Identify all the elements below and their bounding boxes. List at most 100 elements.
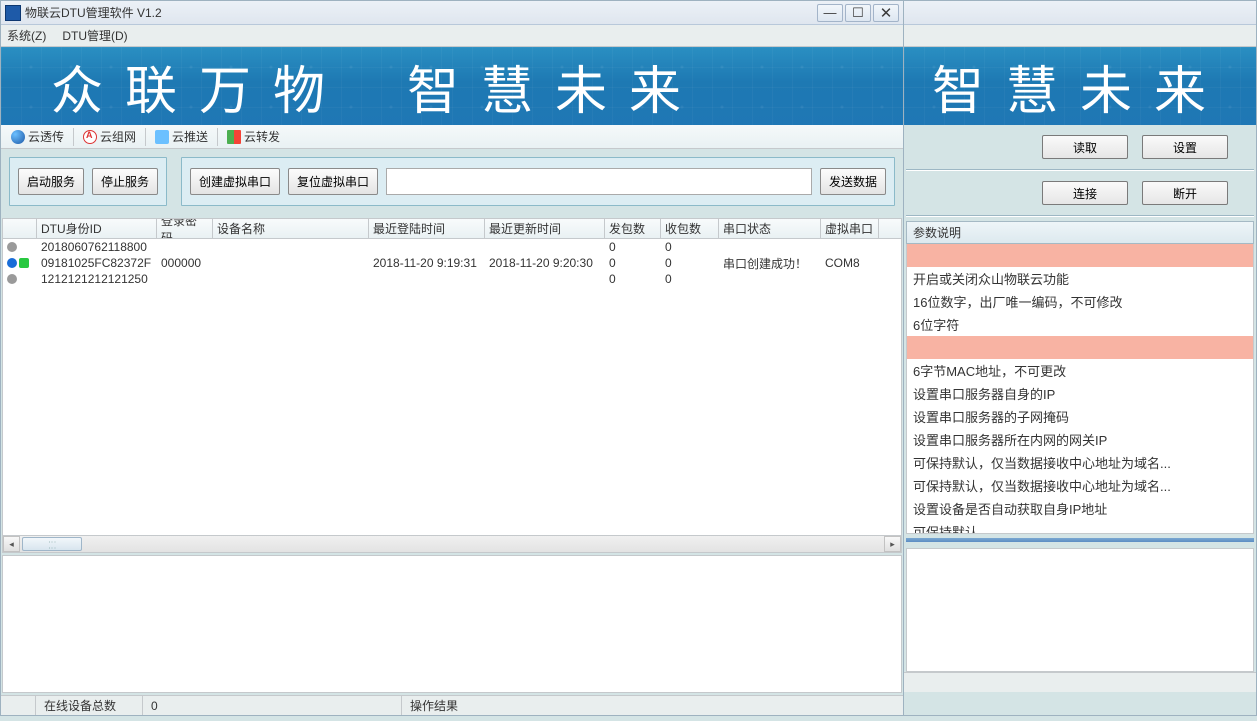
col-send[interactable]: 发包数 (605, 219, 661, 238)
status-online-label: 在线设备总数 (36, 697, 142, 714)
col-pwd[interactable]: 登录密码 (157, 219, 213, 238)
cell-id: 09181025FC82372F (37, 256, 157, 270)
status-online-value: 0 (143, 699, 401, 713)
scroll-thumb[interactable] (22, 537, 82, 551)
cell-last_update: 2018-11-20 9:20:30 (485, 256, 605, 270)
table-row[interactable]: 201806076211880000 (3, 239, 901, 255)
col-status[interactable] (3, 219, 37, 238)
right-window: 智慧未来 读取 设置 连接 断开 参数说明 开启或关闭众山物联云功能16位数字，… (904, 0, 1257, 716)
banner-text: 智慧未来 (932, 49, 1228, 124)
table-row[interactable]: 09181025FC82372F000000 2018-11-20 9:19:31… (3, 255, 901, 271)
param-row[interactable]: 设置串口服务器所在内网的网关IP (907, 428, 1253, 451)
separator (145, 128, 146, 146)
param-header[interactable]: 参数说明 (906, 221, 1254, 244)
param-row[interactable]: 6字节MAC地址，不可更改 (907, 359, 1253, 382)
status-bar: 在线设备总数 0 操作结果 (1, 695, 903, 715)
cell-pwd: 000000 (157, 256, 213, 270)
param-row[interactable]: 可保持默认，仅当数据接收中心地址为域名... (907, 474, 1253, 497)
minimize-button[interactable]: — (817, 4, 843, 22)
col-serial[interactable]: 串口状态 (719, 219, 821, 238)
log-area[interactable] (2, 555, 902, 693)
tab-label: 云透传 (28, 128, 64, 145)
disconnect-button[interactable]: 断开 (1142, 181, 1228, 205)
scroll-track[interactable] (20, 536, 884, 552)
cell-send: 0 (605, 240, 661, 254)
param-row[interactable]: 6位字符 (907, 313, 1253, 336)
menu-system[interactable]: 系统(Z) (7, 27, 46, 44)
maximize-button[interactable]: ☐ (845, 4, 871, 22)
param-row[interactable]: 开启或关闭众山物联云功能 (907, 267, 1253, 290)
network-icon (83, 130, 97, 144)
param-row[interactable] (907, 336, 1253, 359)
menu-dtu[interactable]: DTU管理(D) (62, 27, 127, 44)
connect-button[interactable]: 连接 (1042, 181, 1128, 205)
status-dot-icon (7, 258, 17, 268)
col-last-update[interactable]: 最近更新时间 (485, 219, 605, 238)
table-body: 20180607621188000009181025FC82372F000000… (3, 239, 901, 535)
right-menu-bar (904, 25, 1256, 47)
horizontal-scrollbar[interactable]: ◂ ▸ (3, 535, 901, 552)
send-data-button[interactable]: 发送数据 (820, 168, 886, 195)
divider (906, 215, 1254, 217)
read-button[interactable]: 读取 (1042, 135, 1128, 159)
cell-id: 1212121212121250 (37, 272, 157, 286)
param-row[interactable]: 设置串口服务器自身的IP (907, 382, 1253, 405)
cell-vcom: COM8 (821, 256, 879, 270)
cell-recv: 0 (661, 240, 719, 254)
right-title-bar (904, 1, 1256, 25)
create-vport-button[interactable]: 创建虚拟串口 (190, 168, 280, 195)
separator (217, 128, 218, 146)
cell-last_login: 2018-11-20 9:19:31 (369, 256, 485, 270)
tab-forward[interactable]: 云转发 (221, 126, 286, 147)
scroll-right-icon[interactable]: ▸ (884, 536, 901, 552)
cell-send: 0 (605, 256, 661, 270)
col-last-login[interactable]: 最近登陆时间 (369, 219, 485, 238)
right-status-bar (904, 672, 1256, 692)
param-row[interactable] (907, 244, 1253, 267)
right-banner: 智慧未来 (904, 47, 1256, 125)
col-id[interactable]: DTU身份ID (37, 219, 157, 238)
param-row[interactable]: 16位数字，出厂唯一编码，不可修改 (907, 290, 1253, 313)
push-icon (155, 130, 169, 144)
status-op-label: 操作结果 (402, 697, 466, 714)
col-recv[interactable]: 收包数 (661, 219, 719, 238)
send-data-input[interactable] (386, 168, 812, 195)
start-service-button[interactable]: 启动服务 (18, 168, 84, 195)
cell-recv: 0 (661, 256, 719, 270)
service-group: 启动服务 停止服务 (9, 157, 167, 206)
param-row[interactable]: 可保持默认 (907, 520, 1253, 534)
table-row[interactable]: 121212121212125000 (3, 271, 901, 287)
status-dot-icon (7, 242, 17, 252)
big-divider (906, 538, 1254, 542)
device-table: DTU身份ID 登录密码 设备名称 最近登陆时间 最近更新时间 发包数 收包数 … (2, 218, 902, 553)
tab-passthrough[interactable]: 云透传 (5, 126, 70, 147)
table-header: DTU身份ID 登录密码 设备名称 最近登陆时间 最近更新时间 发包数 收包数 … (3, 219, 901, 239)
tab-label: 云组网 (100, 128, 136, 145)
stop-service-button[interactable]: 停止服务 (92, 168, 158, 195)
scroll-left-icon[interactable]: ◂ (3, 536, 20, 552)
col-vcom[interactable]: 虚拟串口 (821, 219, 879, 238)
close-button[interactable]: ✕ (873, 4, 899, 22)
title-bar: 物联云DTU管理软件 V1.2 — ☐ ✕ (1, 1, 903, 25)
menu-bar: 系统(Z) DTU管理(D) (1, 25, 903, 47)
tab-push[interactable]: 云推送 (149, 126, 214, 147)
app-icon (5, 5, 21, 21)
send-group: 创建虚拟串口 复位虚拟串口 发送数据 (181, 157, 895, 206)
col-name[interactable]: 设备名称 (213, 219, 369, 238)
set-button[interactable]: 设置 (1142, 135, 1228, 159)
param-row[interactable]: 可保持默认，仅当数据接收中心地址为域名... (907, 451, 1253, 474)
right-bottom-area[interactable] (906, 548, 1254, 672)
param-row[interactable]: 设置设备是否自动获取自身IP地址 (907, 497, 1253, 520)
param-row[interactable]: 设置串口服务器的子网掩码 (907, 405, 1253, 428)
banner-text-right: 智慧未来 (407, 49, 703, 124)
tab-bar: 云透传 云组网 云推送 云转发 (1, 125, 903, 149)
globe-icon (11, 130, 25, 144)
cell-recv: 0 (661, 272, 719, 286)
read-set-row: 读取 设置 (904, 125, 1256, 169)
tab-network[interactable]: 云组网 (77, 126, 142, 147)
window-controls: — ☐ ✕ (817, 4, 899, 22)
action-panel: 启动服务 停止服务 创建虚拟串口 复位虚拟串口 发送数据 (1, 149, 903, 214)
status-dot-icon (7, 274, 17, 284)
reset-vport-button[interactable]: 复位虚拟串口 (288, 168, 378, 195)
forward-icon (227, 130, 241, 144)
